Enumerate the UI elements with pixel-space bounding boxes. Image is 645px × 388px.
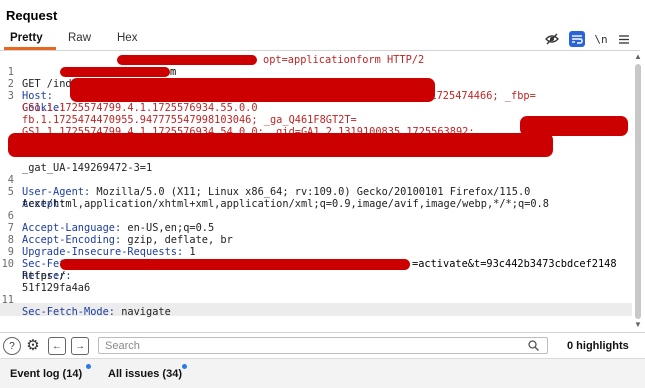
wrap-lines-icon[interactable]	[569, 31, 585, 47]
settings-icon[interactable]: ⚙	[25, 337, 41, 354]
request-line: GS1.1.1725574799.4.1.1725576934.55.0.0	[22, 102, 258, 114]
redaction-mark	[8, 133, 553, 157]
tab-hex[interactable]: Hex	[117, 32, 137, 44]
eye-off-icon[interactable]	[544, 31, 560, 47]
request-line: 9 Sec-Fetch-Dest: document	[0, 234, 171, 270]
request-line: 51f129fa4a6	[22, 282, 91, 294]
request-line: GS1.1.1725574799.4.1.1725576934.54.0.0; …	[22, 126, 475, 138]
scroll-down-icon[interactable]: ▼	[634, 320, 642, 329]
event-log-notification-dot	[86, 364, 91, 369]
request-line-tail: =activate&t=93c442b3473cbdcef2148	[412, 258, 617, 270]
request-line: 2 Host:	[0, 66, 53, 102]
redaction-mark	[70, 78, 435, 102]
all-issues-tab[interactable]: All issues (34)	[108, 368, 182, 380]
event-log-tab[interactable]: Event log (14)	[10, 368, 82, 380]
panel-title: Request	[6, 8, 58, 23]
highlights-count: 0 highlights	[567, 340, 629, 352]
active-tab-indicator	[4, 47, 56, 50]
request-line: 10 Referer:	[1, 258, 72, 282]
help-icon[interactable]: ?	[3, 337, 21, 355]
newline-icon[interactable]: \n	[594, 31, 608, 47]
request-line: fb.1.1725474470955.947775547998103046; _…	[22, 114, 357, 126]
tab-raw[interactable]: Raw	[68, 32, 91, 44]
search-bar: ? ⚙ ← → 0 highlights	[0, 332, 645, 359]
request-line: text/html,application/xhtml+xml,applicat…	[22, 198, 549, 210]
request-line: https:/	[22, 270, 66, 282]
forward-arrow-icon[interactable]: →	[71, 337, 89, 355]
request-line-tail: 0.1725474466; _fbp=	[418, 90, 536, 102]
request-line: 7 Accept-Encoding: gzip, deflate, br	[0, 210, 233, 246]
scroll-thumb[interactable]	[635, 64, 641, 319]
redaction-mark	[117, 55, 257, 65]
redaction-mark	[60, 259, 410, 270]
request-line: 1 GET /index.php	[0, 54, 109, 90]
request-line: 8 Upgrade-Insecure-Requests: 1	[0, 222, 196, 258]
search-input[interactable]	[98, 337, 548, 354]
request-line: 11 Sec-Fetch-Mode: navigate	[1, 294, 171, 318]
request-line-tail: opt=applicationform HTTP/2	[263, 54, 425, 66]
menu-icon[interactable]	[617, 31, 631, 47]
all-issues-notification-dot	[182, 364, 187, 369]
request-editor[interactable]: 1 GET /index.php opt=applicationform HTT…	[0, 51, 632, 331]
editor-scrollbar[interactable]: ▲ ▼	[633, 52, 643, 332]
line-number: 11	[1, 294, 14, 306]
request-line: 3 Cookie:	[0, 78, 66, 114]
scroll-up-icon[interactable]: ▲	[634, 52, 642, 61]
back-arrow-icon[interactable]: ←	[48, 337, 66, 355]
tab-pretty[interactable]: Pretty	[10, 32, 43, 44]
request-line-tail: m	[170, 66, 177, 78]
status-footer: Event log (14) All issues (34)	[0, 358, 645, 388]
redaction-mark	[60, 67, 170, 77]
request-line: 6 Accept-Language: en-US,en;q=0.5	[0, 198, 214, 234]
request-line: 5 Accept:	[0, 174, 66, 210]
tab-bar: Pretty Raw Hex \n	[0, 28, 640, 51]
search-icon[interactable]	[528, 340, 539, 354]
request-line: 4 User-Agent: Mozilla/5.0 (X11; Linux x8…	[0, 162, 531, 198]
